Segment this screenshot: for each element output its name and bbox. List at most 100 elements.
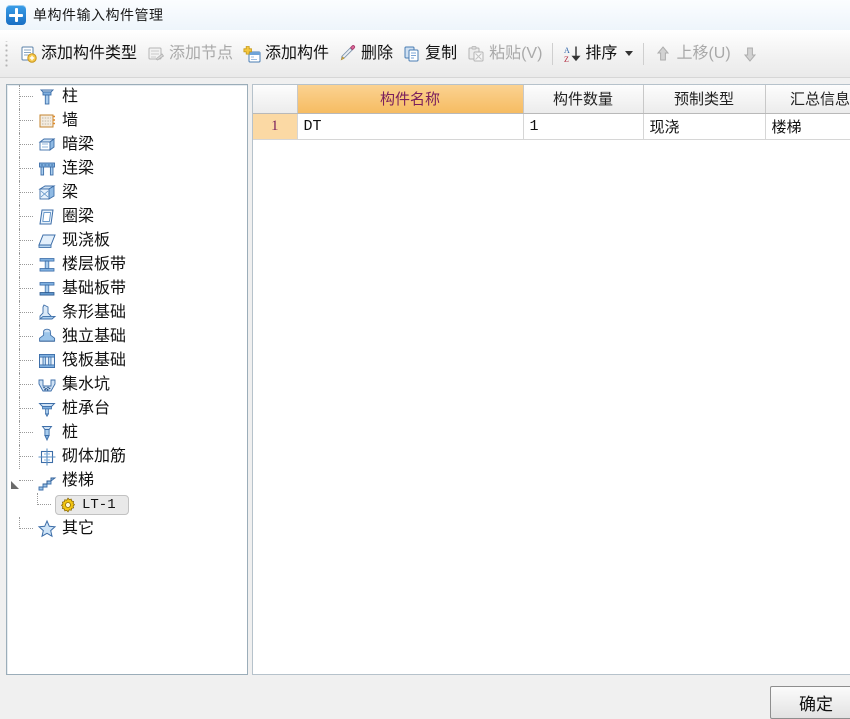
- tree-item-pile[interactable]: 桩: [7, 421, 247, 445]
- toolbar-button-add-component[interactable]: 添加构件: [238, 37, 334, 71]
- tree-item-coupling-beam[interactable]: 连梁: [7, 157, 247, 181]
- tree-item-beam[interactable]: 梁: [7, 181, 247, 205]
- pile-icon: [37, 423, 57, 443]
- tree-item-label: 现浇板: [62, 232, 111, 249]
- cell-component-name[interactable]: DT: [297, 113, 524, 140]
- tree-indent: [7, 517, 37, 541]
- strip-footing-icon: [37, 303, 57, 323]
- tree-item-floor-slab-band[interactable]: 楼层板带: [7, 253, 247, 277]
- toolbar-button-sort[interactable]: A Z 排序: [558, 37, 638, 71]
- tree-item-label: 集水坑: [62, 376, 111, 393]
- toolbar-label: 排序: [585, 44, 618, 62]
- toolbar-label: 粘贴(V): [489, 44, 543, 62]
- tree-item-cast-slab[interactable]: 现浇板: [7, 229, 247, 253]
- column-header-precast-type[interactable]: 预制类型: [643, 85, 766, 114]
- tree-item-raft-footing[interactable]: 筏板基础: [7, 349, 247, 373]
- toolbar: 添加构件类型 添加节点 添加构件 删除 复制 粘贴(V) A Z 排序 上移(U…: [0, 30, 850, 78]
- cell-precast-type[interactable]: 现浇: [643, 113, 766, 140]
- cell-summary-info[interactable]: 楼梯: [765, 113, 850, 140]
- copy-icon: [403, 45, 421, 63]
- stair-icon: [37, 471, 57, 491]
- column-header-quantity[interactable]: 构件数量: [523, 85, 644, 114]
- toolbar-button-delete[interactable]: 删除: [334, 37, 398, 71]
- tree-item-lt-1[interactable]: LT-1: [7, 493, 247, 517]
- tree-indent: [7, 421, 37, 445]
- tree-indent: [7, 205, 37, 229]
- component-type-tree-panel[interactable]: 柱 墙 暗梁 连梁 梁 圈梁 现浇板 楼层板带 基础板带 条形基础 独立基础 筏…: [6, 84, 248, 675]
- tree-item-stair[interactable]: 楼梯: [7, 469, 247, 493]
- toolbar-button-paste[interactable]: 粘贴(V): [462, 37, 547, 71]
- tree-indent: [7, 181, 37, 205]
- component-manager-dialog: 单构件输入构件管理 添加构件类型 添加节点 添加构件 删除 复制 粘贴(V) A…: [0, 0, 850, 719]
- raft-footing-icon: [37, 351, 57, 371]
- toolbar-separator: [552, 42, 554, 65]
- tree-item-other[interactable]: 其它: [7, 517, 247, 541]
- floor-slab-band-icon: [37, 255, 57, 275]
- tree-item-masonry-reinforcement[interactable]: 砌体加筋: [7, 445, 247, 469]
- cell-component-quantity[interactable]: 1: [523, 113, 644, 140]
- toolbar-button-copy[interactable]: 复制: [398, 37, 462, 71]
- arrow-down-icon: [741, 45, 759, 63]
- tree-item-hidden-beam[interactable]: 暗梁: [7, 133, 247, 157]
- tree-item-column[interactable]: 柱: [7, 85, 247, 109]
- tree-item-label: 筏板基础: [62, 352, 127, 369]
- component-grid-panel[interactable]: 构件名称 构件数量 预制类型 汇总信息 1 DT 1 现浇 楼梯: [252, 84, 850, 675]
- toolbar-button-add-component-type[interactable]: 添加构件类型: [14, 37, 142, 71]
- tree-item-strip-footing[interactable]: 条形基础: [7, 301, 247, 325]
- table-corner-header[interactable]: [253, 85, 298, 114]
- row-number-cell[interactable]: 1: [253, 113, 298, 140]
- window-title: 单构件输入构件管理: [33, 7, 164, 23]
- toolbar-label: 添加节点: [169, 44, 234, 62]
- tree-indent: [7, 349, 37, 373]
- column-icon: [37, 87, 57, 107]
- dialog-footer: 确定: [0, 676, 850, 719]
- app-logo-icon: [6, 5, 26, 25]
- toolbar-button-move-down[interactable]: [736, 37, 768, 71]
- svg-text:Z: Z: [564, 55, 569, 63]
- tree-item-ring-beam[interactable]: 圈梁: [7, 205, 247, 229]
- tree-item-sump-pit[interactable]: 集水坑: [7, 373, 247, 397]
- tree-indent: [7, 445, 37, 469]
- tree-item-wall[interactable]: 墙: [7, 109, 247, 133]
- tree-indent: [7, 373, 37, 397]
- column-header-name[interactable]: 构件名称: [297, 85, 524, 114]
- tree-item-label: 桩: [62, 424, 79, 441]
- toolbar-separator: [643, 42, 645, 65]
- add-component-type-icon: [19, 45, 37, 63]
- tree-item-isolated-footing[interactable]: 独立基础: [7, 325, 247, 349]
- masonry-reinf-icon: [37, 447, 57, 467]
- tree-item-label: 基础板带: [62, 280, 127, 297]
- tree-indent: [7, 325, 37, 349]
- tree-item-label: 其它: [62, 520, 95, 537]
- tree-indent: [7, 133, 37, 157]
- tree-item-label: 楼梯: [62, 472, 95, 489]
- toolbar-label: 上移(U): [676, 44, 731, 62]
- tree-item-foundation-slab-band[interactable]: 基础板带: [7, 277, 247, 301]
- tree-item-label: 墙: [62, 112, 79, 129]
- toolbar-drag-handle[interactable]: [4, 40, 10, 67]
- toolbar-label: 添加构件类型: [41, 44, 138, 62]
- ok-button[interactable]: 确定: [770, 686, 850, 719]
- toolbar-button-move-up[interactable]: 上移(U): [649, 37, 735, 71]
- coupling-beam-icon: [37, 159, 57, 179]
- chevron-down-icon[interactable]: [625, 51, 634, 56]
- toolbar-label: 添加构件: [265, 44, 330, 62]
- tree-indent: [7, 229, 37, 253]
- tree-item-label: 圈梁: [62, 208, 95, 225]
- table-header-row: 构件名称 构件数量 预制类型 汇总信息: [253, 85, 850, 114]
- table-row[interactable]: 1 DT 1 现浇 楼梯: [253, 113, 850, 140]
- component-table: 构件名称 构件数量 预制类型 汇总信息 1 DT 1 现浇 楼梯: [253, 85, 850, 140]
- tree-item-pile-cap[interactable]: 桩承台: [7, 397, 247, 421]
- isolated-footing-icon: [37, 327, 57, 347]
- delete-eraser-icon: [339, 44, 357, 63]
- tree-item-label: 暗梁: [62, 136, 95, 153]
- tree-indent: [7, 157, 37, 181]
- gear-icon: [60, 497, 76, 513]
- collapse-triangle-icon[interactable]: [11, 477, 20, 489]
- svg-text:A: A: [564, 46, 570, 55]
- tree-indent: [7, 253, 37, 277]
- tree-indent: [7, 109, 37, 133]
- toolbar-button-add-node[interactable]: 添加节点: [142, 37, 238, 71]
- column-header-summary-info[interactable]: 汇总信息: [765, 85, 850, 114]
- tree-item-label: 楼层板带: [62, 256, 127, 273]
